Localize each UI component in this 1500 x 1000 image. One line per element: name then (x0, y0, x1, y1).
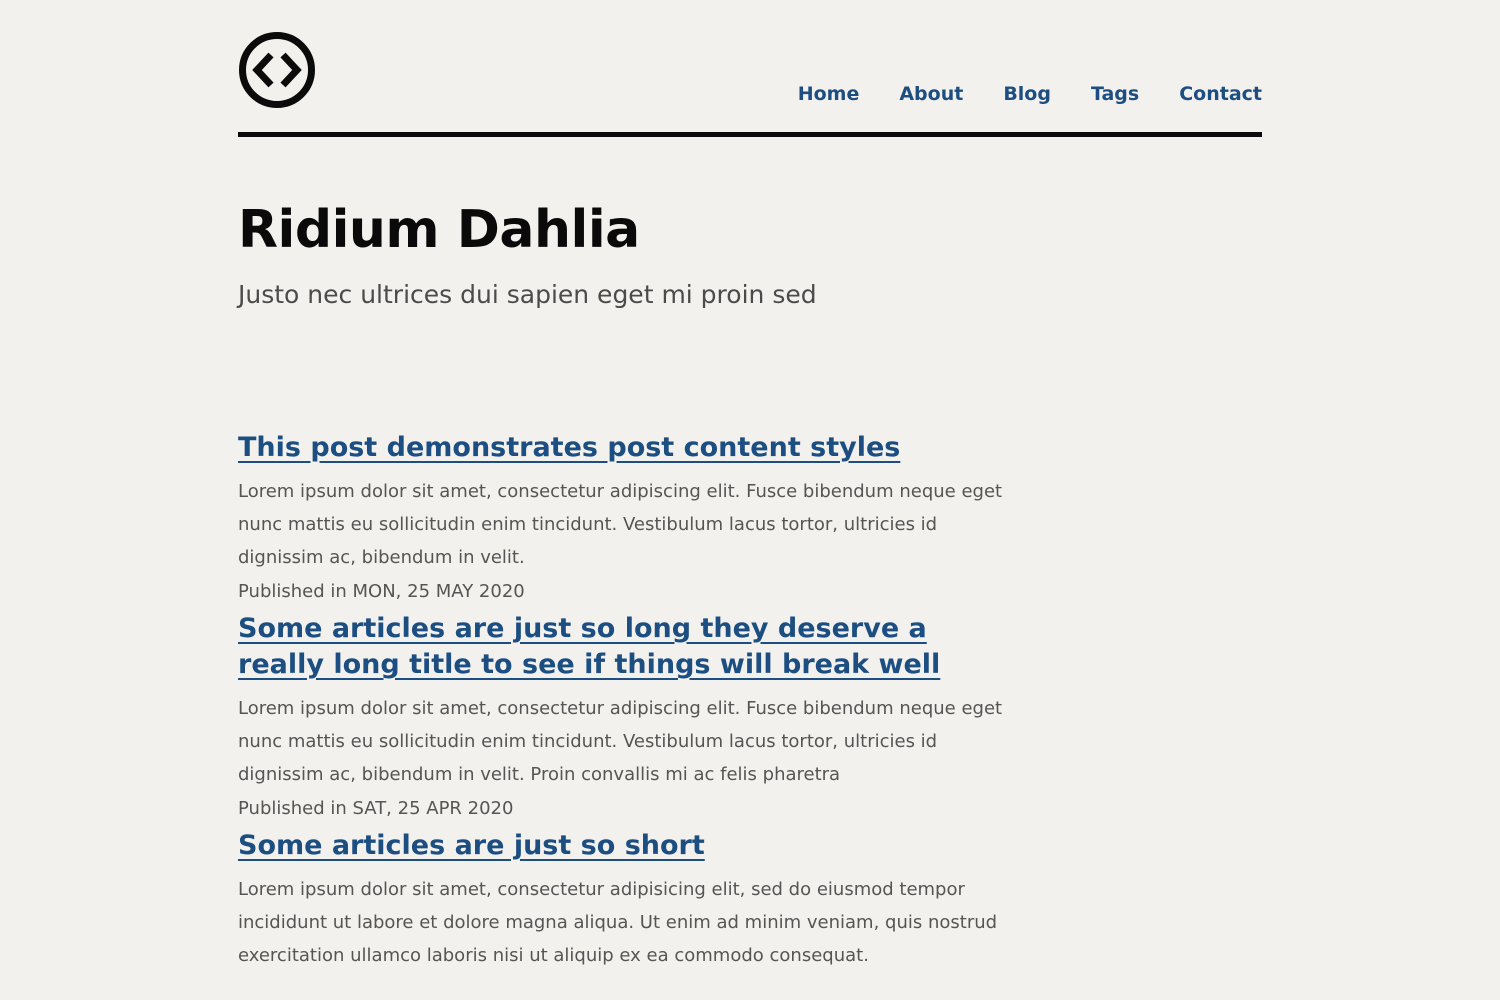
post-published-date: Published in SAT, 25 APR 2020 (238, 798, 514, 819)
main-nav: Home About Blog Tags Contact (798, 81, 1262, 107)
post-excerpt: Lorem ipsum dolor sit amet, consectetur … (238, 879, 998, 966)
nav-tags[interactable]: Tags (1091, 81, 1139, 107)
post-published-date: Published in MON, 25 MAY 2020 (238, 581, 525, 602)
site-header: Home About Blog Tags Contact (238, 0, 1262, 137)
post-item: This post demonstrates post content styl… (238, 430, 1008, 606)
nav-home[interactable]: Home (798, 81, 860, 107)
logo-link[interactable] (238, 31, 316, 109)
header-divider (238, 132, 1262, 137)
site-subtitle: Justo nec ultrices dui sapien eget mi pr… (238, 280, 817, 309)
post-list: This post demonstrates post content styl… (238, 430, 1008, 972)
post-heading: This post demonstrates post content styl… (238, 430, 1008, 466)
post-excerpt: Lorem ipsum dolor sit amet, consectetur … (238, 481, 1003, 568)
code-brackets-circle-icon (239, 32, 315, 108)
hero: Ridium Dahlia Justo nec ultrices dui sap… (238, 196, 1262, 312)
post-title-link[interactable]: This post demonstrates post content styl… (238, 432, 900, 463)
nav-contact[interactable]: Contact (1179, 81, 1262, 107)
post-heading: Some articles are just so short (238, 828, 1008, 864)
post-title-link[interactable]: Some articles are just so short (238, 830, 705, 861)
post-title-link[interactable]: Some articles are just so long they dese… (238, 613, 940, 680)
page-container: Home About Blog Tags Contact Ridium Dahl… (238, 0, 1262, 966)
nav-blog[interactable]: Blog (1003, 81, 1051, 107)
nav-about[interactable]: About (899, 81, 963, 107)
post-heading: Some articles are just so long they dese… (238, 611, 1008, 683)
post-excerpt: Lorem ipsum dolor sit amet, consectetur … (238, 698, 1003, 785)
post-item: Some articles are just so short Lorem ip… (238, 828, 1008, 972)
site-title: Ridium Dahlia (238, 200, 640, 260)
post-item: Some articles are just so long they dese… (238, 611, 1008, 823)
